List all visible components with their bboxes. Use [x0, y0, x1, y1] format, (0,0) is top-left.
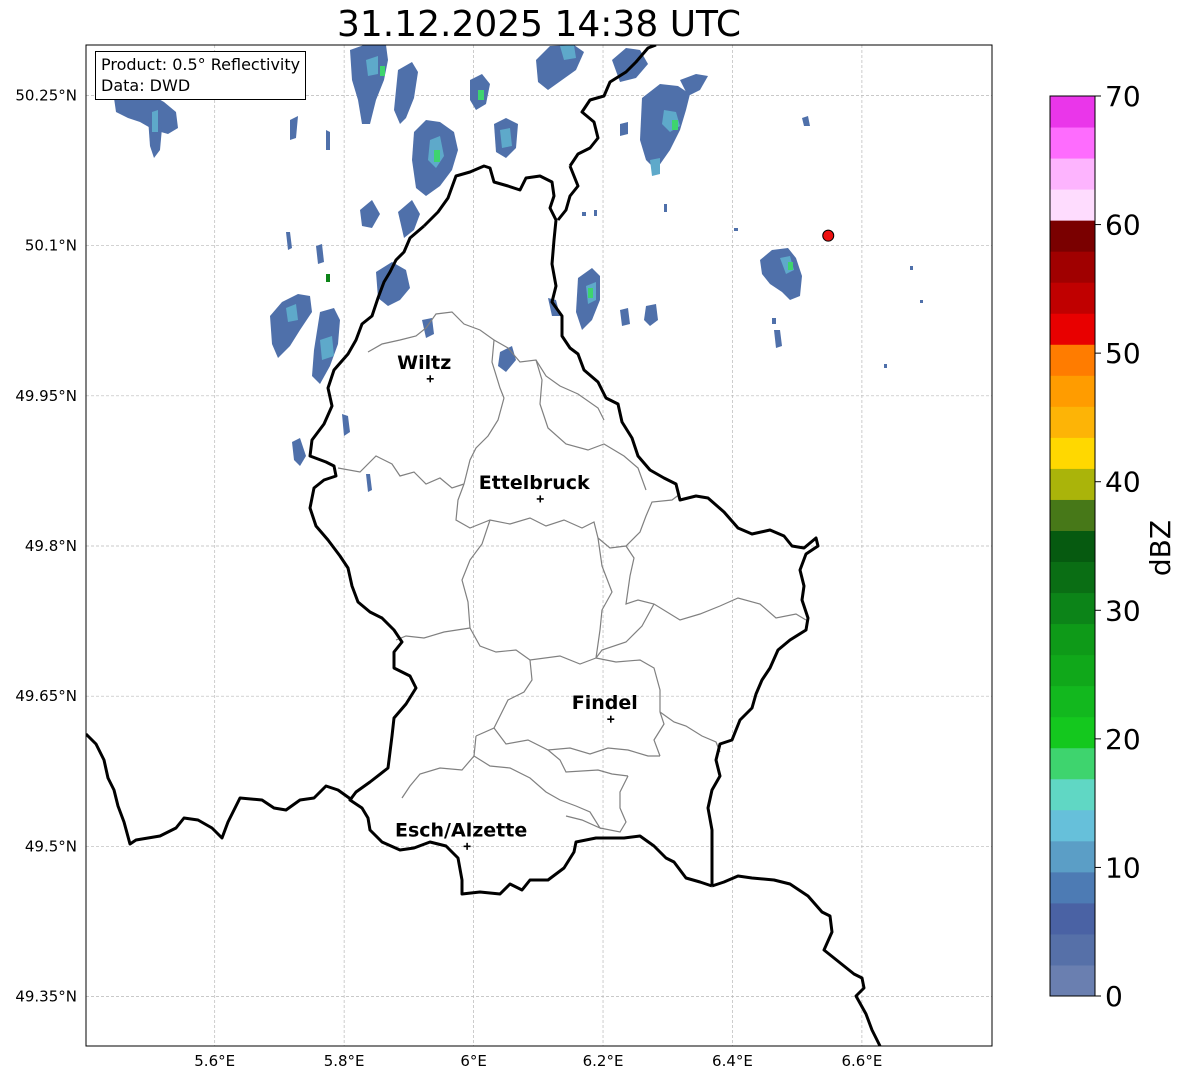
colorbar-swatch [1050, 220, 1095, 252]
colorbar-tick-label: 70 [1105, 80, 1141, 113]
colorbar-swatch [1050, 902, 1095, 935]
city-label: Esch/Alzette [395, 819, 527, 841]
latitude-labels: 50.25°N 50.1°N 49.95°N 49.8°N 49.65°N 49.5°N 4… [15, 87, 77, 1006]
colorbar-swatch [1050, 313, 1095, 345]
colorbar-swatch [1050, 685, 1095, 718]
colorbar-swatch [1050, 809, 1095, 842]
colorbar-swatch [1050, 716, 1095, 749]
colorbar-tick-label: 50 [1105, 337, 1141, 370]
colorbar-swatch [1050, 871, 1095, 904]
longitude-labels: 5.6°E 5.8°E 6°E 6.2°E 6.4°E 6.6°E [194, 1052, 882, 1070]
radar-map[interactable]: Wiltz Ettelbruck Findel Esch/Alzette 50.25°… [0, 0, 1184, 1081]
colorbar-swatch [1050, 778, 1095, 811]
colorbar-swatch [1050, 251, 1095, 283]
colorbar-swatch [1050, 933, 1095, 966]
product-info-box: Product: 0.5° Reflectivity Data: DWD [95, 51, 307, 100]
data-source-label: Data: DWD [101, 76, 191, 95]
colorbar-swatch [1050, 592, 1095, 625]
colorbar-swatch [1050, 840, 1095, 873]
colorbar-swatch [1050, 623, 1095, 656]
colorbar-swatch [1050, 282, 1095, 314]
lat-tick-label: 49.95°N [15, 387, 77, 405]
lon-tick-label: 5.6°E [194, 1052, 235, 1070]
colorbar-swatch [1050, 747, 1095, 780]
map-frame [85, 44, 993, 1047]
lat-tick-label: 49.5°N [25, 837, 77, 855]
colorbar-swatch [1050, 561, 1095, 594]
city-label: Findel [572, 692, 638, 714]
city-marker[interactable]: Findel [572, 692, 638, 723]
city-label: Ettelbruck [479, 472, 590, 494]
city-marker[interactable]: Ettelbruck [479, 472, 590, 503]
city-label: Wiltz [397, 352, 451, 374]
colorbar-swatch [1050, 344, 1095, 376]
lon-tick-label: 6°E [460, 1052, 487, 1070]
colorbar-tick-label: 20 [1105, 723, 1141, 756]
colorbar-tick-label: 10 [1105, 851, 1141, 884]
precipitation-echoes [112, 45, 923, 492]
product-label: Product: 0.5° Reflectivity [101, 55, 301, 74]
lon-tick-label: 5.8°E [324, 1052, 365, 1070]
colorbar-tick-label: 0 [1105, 980, 1123, 1013]
canton-boundaries [337, 311, 807, 833]
colorbar: 0 10 20 30 40 50 60 70 dBZ [1049, 80, 1177, 1013]
radar-site-marker[interactable] [822, 229, 835, 242]
colorbar-tick-label: 30 [1105, 594, 1141, 627]
colorbar-swatch [1050, 964, 1095, 997]
colorbar-swatch [1050, 189, 1095, 221]
lat-tick-label: 50.25°N [15, 87, 77, 105]
lat-tick-label: 49.8°N [25, 537, 77, 555]
colorbar-swatch [1050, 127, 1095, 159]
colorbar-swatch [1050, 437, 1095, 469]
city-marker[interactable]: Wiltz [397, 352, 451, 383]
colorbar-swatch [1050, 96, 1095, 128]
colorbar-swatch [1050, 654, 1095, 687]
lon-tick-label: 6.4°E [712, 1052, 753, 1070]
colorbar-swatch [1050, 468, 1095, 500]
colorbar-swatch [1050, 406, 1095, 438]
colorbar-swatch [1050, 158, 1095, 190]
colorbar-tick-label: 60 [1105, 209, 1141, 242]
colorbar-tick-label: 40 [1105, 466, 1141, 499]
lon-tick-label: 6.2°E [583, 1052, 624, 1070]
map-gridlines [86, 45, 992, 1046]
colorbar-label: dBZ [1144, 520, 1177, 576]
city-markers: Wiltz Ettelbruck Findel Esch/Alzette [395, 352, 638, 850]
lat-tick-label: 50.1°N [25, 237, 77, 255]
city-marker[interactable]: Esch/Alzette [395, 819, 527, 850]
lat-tick-label: 49.65°N [15, 687, 77, 705]
colorbar-swatch [1050, 499, 1095, 531]
national-borders [86, 45, 882, 1046]
colorbar-swatch [1050, 530, 1095, 563]
colorbar-swatch [1050, 375, 1095, 407]
lat-tick-label: 49.35°N [15, 988, 77, 1006]
lon-tick-label: 6.6°E [841, 1052, 882, 1070]
